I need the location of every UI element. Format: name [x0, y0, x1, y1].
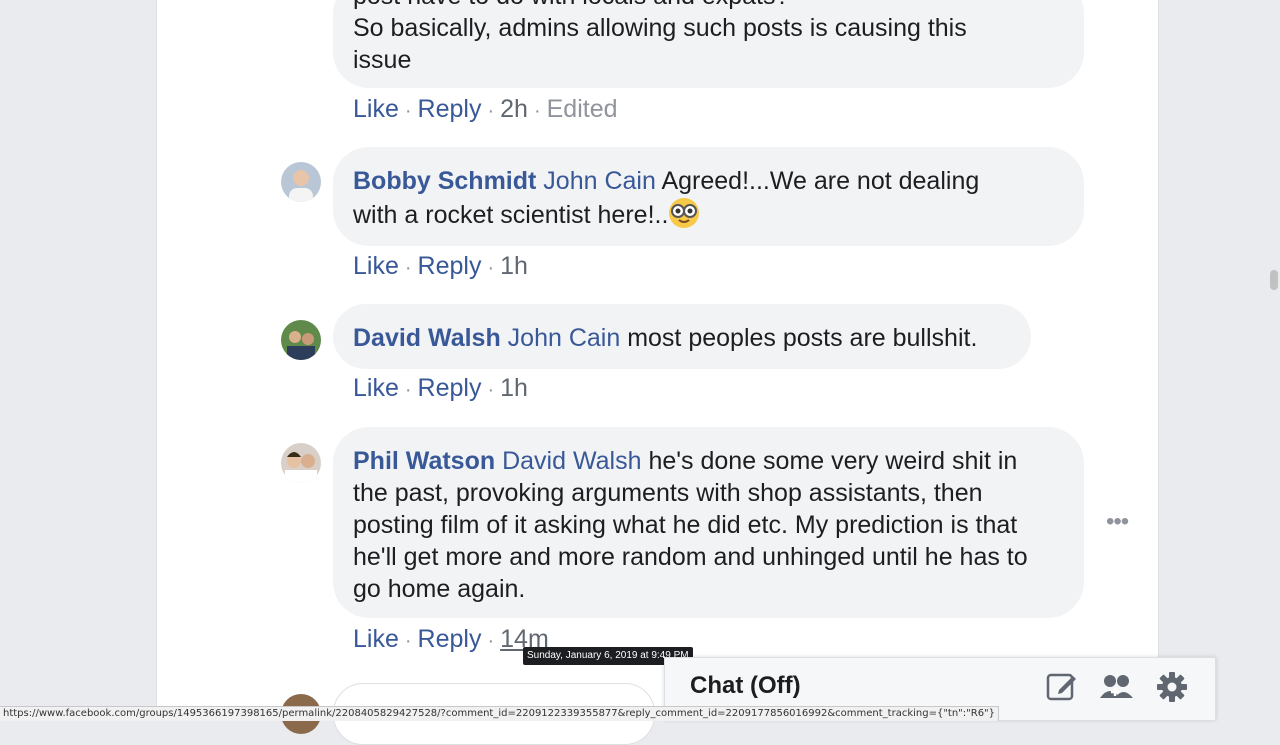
- comment-text-line: So basically, admins allowing such posts…: [353, 14, 967, 42]
- reply-link[interactable]: Reply: [418, 95, 482, 123]
- compose-icon[interactable]: [1045, 670, 1079, 704]
- comment-text-line: go home again.: [353, 575, 526, 603]
- like-link[interactable]: Like: [353, 252, 399, 280]
- reply-link[interactable]: Reply: [418, 374, 482, 402]
- reply-link[interactable]: Reply: [418, 625, 482, 653]
- comment-mention[interactable]: John Cain: [508, 324, 621, 352]
- comment-text-line: the past, provoking arguments with shop …: [353, 479, 983, 507]
- comment-mention[interactable]: John Cain: [543, 167, 656, 195]
- comment-text: most peoples posts are bullshit.: [627, 324, 978, 352]
- comment-bubble: David Walsh John Cain most peoples posts…: [333, 304, 1031, 369]
- comment-author[interactable]: Bobby Schmidt: [353, 167, 536, 195]
- comment-actions: Like · Reply · 1h: [353, 374, 528, 402]
- comment-text-line: issue: [353, 46, 412, 74]
- chat-title[interactable]: Chat (Off): [690, 672, 801, 700]
- edited-label[interactable]: Edited: [547, 95, 618, 123]
- comment-text: Agreed!...We are not dealing: [661, 167, 980, 195]
- comment-bubble: post have to do with locals and expats? …: [333, 0, 1084, 88]
- comment-text-line: post have to do with locals and expats?: [353, 0, 1064, 12]
- comment-timestamp[interactable]: 2h: [500, 95, 528, 123]
- comment-author[interactable]: Phil Watson: [353, 447, 495, 475]
- like-link[interactable]: Like: [353, 95, 399, 123]
- comment-bubble: Phil Watson David Walsh he's done some v…: [333, 427, 1084, 618]
- comment-text: with a rocket scientist here!..: [353, 201, 669, 229]
- settings-gear-icon[interactable]: [1155, 670, 1189, 704]
- comment-timestamp[interactable]: 1h: [500, 374, 528, 402]
- comment-author[interactable]: David Walsh: [353, 324, 501, 352]
- like-link[interactable]: Like: [353, 625, 399, 653]
- avatar[interactable]: [281, 320, 321, 360]
- comment-timestamp[interactable]: 1h: [500, 252, 528, 280]
- avatar[interactable]: [281, 443, 321, 483]
- like-link[interactable]: Like: [353, 374, 399, 402]
- create-group-icon[interactable]: [1099, 670, 1133, 704]
- comment-text-line: posting film of it asking what he did et…: [353, 511, 1018, 539]
- comment-actions: Like · Reply · 1h: [353, 252, 528, 280]
- comment-actions: Like · Reply · 14m: [353, 625, 549, 653]
- comment-bubble: Bobby Schmidt John Cain Agreed!...We are…: [333, 147, 1084, 246]
- nerd-face-emoji-icon: [668, 197, 700, 229]
- avatar[interactable]: [281, 162, 321, 202]
- comment-text-line: he'll get more and more random and unhin…: [353, 543, 1028, 571]
- reply-link[interactable]: Reply: [418, 252, 482, 280]
- comment-text-line: he's done some very weird shit in: [648, 447, 1018, 475]
- comment-actions: Like · Reply · 2h · Edited: [353, 95, 618, 123]
- browser-status-bar: https://www.facebook.com/groups/14953661…: [0, 706, 1000, 721]
- scrollbar-thumb[interactable]: [1270, 270, 1278, 290]
- more-options-icon[interactable]: •••: [1106, 510, 1136, 534]
- comment-mention[interactable]: David Walsh: [502, 447, 641, 475]
